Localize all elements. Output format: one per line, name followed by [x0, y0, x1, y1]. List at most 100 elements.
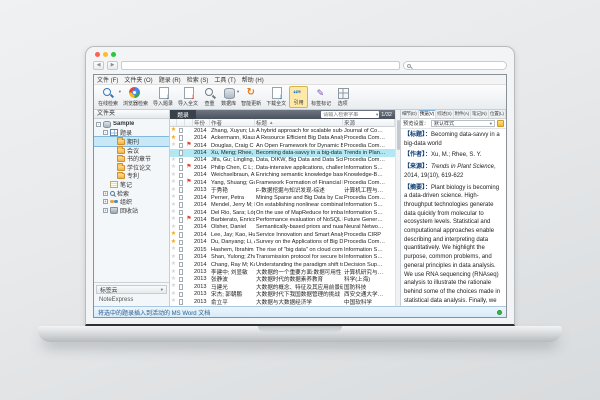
table-row[interactable]: ★ ⚑ 2014 Douglas, Craig C An Open Framew…: [170, 142, 395, 149]
star-icon[interactable]: ★: [171, 135, 176, 142]
menu-item[interactable]: 文件夹 (O): [124, 75, 152, 84]
star-icon[interactable]: ★: [171, 276, 176, 283]
star-icon[interactable]: ★: [171, 224, 176, 231]
detail-tab[interactable]: 预览(V): [419, 110, 437, 118]
tree-item[interactable]: - 题录: [94, 129, 169, 138]
table-row[interactable]: ★ ⚑ 2015 Hashem, Ibrahim Ab… The rise of…: [170, 246, 395, 253]
toolbar-button[interactable]: ▾ 浏览器检索: [121, 86, 150, 108]
tree-item[interactable]: - Sample: [94, 120, 169, 129]
table-row[interactable]: ★ ⚑ 2013 于秀艳 F-数据挖掘与知识发现-综述 计算机工程与…: [170, 187, 395, 194]
table-row[interactable]: ★ ⚑ 2014 Shan, Yulong; Zhan… Transmissio…: [170, 253, 395, 260]
table-row[interactable]: ★ ⚑ 2014 Ackermann, Klaus; A… A Resource…: [170, 134, 395, 141]
list-scrollbar[interactable]: [395, 110, 400, 306]
detail-tab[interactable]: 笔记(N): [471, 110, 489, 118]
star-icon[interactable]: ★: [171, 194, 176, 201]
zoom-window-icon[interactable]: [111, 52, 116, 57]
column-header-attachment[interactable]: [177, 119, 185, 126]
star-icon[interactable]: ★: [171, 283, 176, 290]
table-row[interactable]: ★ ⚑ 2014 Du, Danyang; Li, Ah… Survey on …: [170, 239, 395, 246]
column-header-star[interactable]: [170, 119, 177, 126]
star-icon[interactable]: ★: [171, 142, 176, 149]
table-row[interactable]: ★ ⚑ 2014 Philip Chen, C L; Zh… Data-inte…: [170, 164, 395, 171]
table-row[interactable]: ★ ⚑ 2014 Mendel, Jerry M; Ko… On establi…: [170, 201, 395, 208]
tree-item[interactable]: 专利: [94, 172, 169, 181]
minimize-window-icon[interactable]: [103, 52, 108, 57]
column-header-flag[interactable]: [185, 119, 193, 126]
table-row[interactable]: ★ ⚑ 2014 Barbierato, Enrico; G… Performa…: [170, 216, 395, 223]
toolbar-button[interactable]: ▾ 标签标记: [309, 86, 333, 108]
star-icon[interactable]: ★: [171, 172, 176, 179]
menu-item[interactable]: 帮助 (H): [242, 75, 264, 84]
star-icon[interactable]: ★: [171, 261, 176, 268]
detail-tab[interactable]: 附件(A): [454, 110, 472, 118]
menu-item[interactable]: 文件 (F): [97, 75, 118, 84]
menu-item[interactable]: 题录 (R): [159, 75, 181, 84]
star-icon[interactable]: ★: [171, 209, 176, 216]
back-button[interactable]: ◀: [93, 61, 104, 70]
star-icon[interactable]: ★: [171, 239, 176, 246]
star-icon[interactable]: ★: [171, 254, 176, 261]
star-icon[interactable]: ★: [171, 202, 176, 209]
menu-item[interactable]: 工具 (T): [214, 75, 235, 84]
expand-toggle-icon[interactable]: +: [103, 208, 108, 213]
star-icon[interactable]: ★: [171, 298, 176, 305]
browser-search-input[interactable]: [413, 62, 503, 69]
column-header-author[interactable]: 作者: [210, 119, 255, 126]
locate-icon[interactable]: [497, 120, 504, 127]
star-icon[interactable]: ★: [171, 231, 176, 238]
toolbar-button[interactable]: ▾ 查重: [201, 86, 218, 108]
scrollbar-thumb[interactable]: [397, 120, 401, 150]
tree-item[interactable]: 学位论文: [94, 163, 169, 172]
star-icon[interactable]: ★: [171, 179, 176, 186]
expand-toggle-icon[interactable]: -: [103, 130, 108, 135]
expand-toggle-icon[interactable]: +: [103, 191, 108, 196]
tree-item[interactable]: 笔记: [94, 180, 169, 189]
tree-item[interactable]: + 回收站: [94, 206, 169, 215]
table-row[interactable]: ★ ⚑ 2014 Del Rio, Sara; López… On the us…: [170, 209, 395, 216]
star-icon[interactable]: ★: [171, 157, 176, 164]
star-icon[interactable]: ★: [171, 246, 176, 253]
column-header-title[interactable]: 标题▲: [255, 119, 343, 126]
toolbar-button[interactable]: ▾ 在线检索: [96, 86, 120, 108]
detail-tab[interactable]: 位置(L): [489, 110, 507, 118]
star-icon[interactable]: ★: [171, 187, 176, 194]
star-icon[interactable]: ★: [171, 269, 176, 276]
chevron-down-icon[interactable]: ▾: [161, 287, 163, 293]
star-icon[interactable]: ★: [171, 150, 176, 157]
tree-item[interactable]: 书的章节: [94, 154, 169, 163]
tree-item[interactable]: 会议: [94, 146, 169, 155]
toolbar-button[interactable]: ▾ 智能更新: [239, 86, 263, 108]
filter-input[interactable]: [321, 112, 376, 118]
toolbar-button[interactable]: ▾ 导入题录: [151, 86, 175, 108]
table-row[interactable]: ★ ⚑ 2014 Zhang, Xuyun; Liu,… A hybrid ap…: [170, 127, 395, 134]
address-bar[interactable]: [121, 61, 400, 70]
star-icon[interactable]: ★: [171, 127, 176, 134]
table-row[interactable]: ★ ⚑ 2014 Perner, Petra Mining Sparse and…: [170, 194, 395, 201]
toolbar-button[interactable]: ▾ 选项: [334, 86, 351, 108]
toolbar-button[interactable]: ▾ 导入全文: [176, 86, 200, 108]
column-header-year[interactable]: 年份: [193, 119, 210, 126]
star-icon[interactable]: ★: [171, 164, 176, 171]
forward-button[interactable]: ▶: [107, 61, 118, 70]
star-icon[interactable]: ★: [171, 216, 176, 223]
tree-item[interactable]: 期刊: [94, 137, 169, 146]
tree-item[interactable]: + 组织: [94, 197, 169, 206]
column-header-source[interactable]: 来源: [343, 119, 395, 126]
tag-item[interactable]: NoteExpress: [94, 296, 169, 304]
filter-field[interactable]: ▾: [321, 111, 379, 118]
star-icon[interactable]: ★: [171, 291, 176, 298]
toolbar-button[interactable]: ▾ 数据库: [219, 86, 238, 108]
tree-item[interactable]: + 检索: [94, 189, 169, 198]
expand-toggle-icon[interactable]: +: [103, 199, 108, 204]
table-row[interactable]: ★ ⚑ 2013 俞立平 大数据与大数据经济学 中国软科学: [170, 298, 395, 305]
expand-toggle-icon[interactable]: -: [96, 122, 101, 127]
records-tab[interactable]: 题录: [170, 110, 196, 119]
detail-tab[interactable]: 综述(S): [436, 110, 454, 118]
table-row[interactable]: ★ ⚑ 2014 Jifa, Gu; Lingling, Zh… Data, D…: [170, 157, 395, 164]
close-window-icon[interactable]: [95, 52, 100, 57]
table-row[interactable]: ★ ⚑ 2014 Xu, Meng; Rhee, Se… Becoming da…: [170, 149, 395, 156]
table-row[interactable]: ★ ⚑ 2014 Weichselbraun, A; G… Enriching …: [170, 172, 395, 179]
menu-item[interactable]: 检索 (S): [187, 75, 209, 84]
table-row[interactable]: ★ ⚑ 2014 Olsher, Daniel Semantically-bas…: [170, 224, 395, 231]
tag-cloud-header-bar[interactable]: 标签云 ▾: [96, 285, 167, 294]
